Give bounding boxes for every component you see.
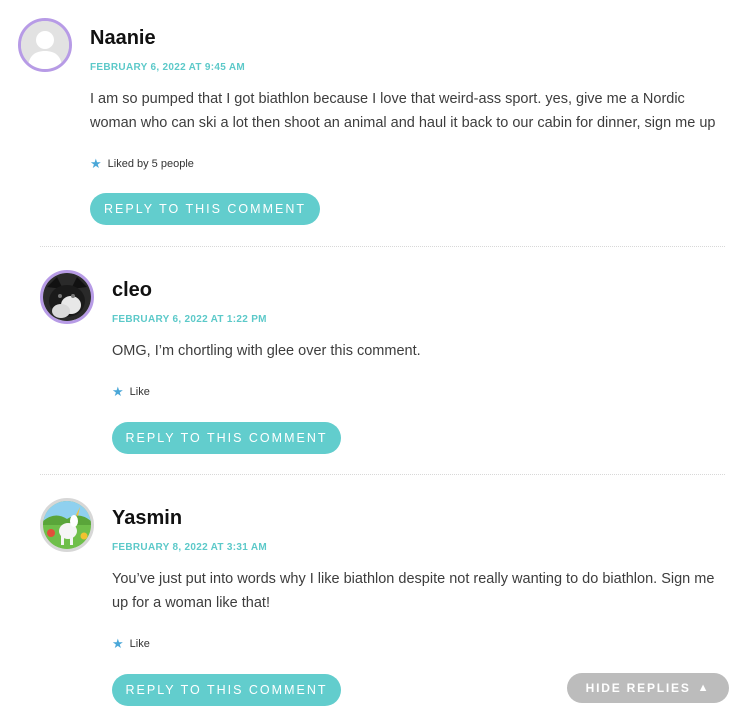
comment-text: You’ve just put into words why I like bi…	[112, 571, 715, 611]
hide-replies-label: HIDE REPLIES	[585, 681, 691, 695]
hide-replies-button[interactable]: HIDE REPLIES ▲	[567, 673, 729, 703]
triangle-up-icon: ▲	[697, 682, 711, 694]
comment-author[interactable]: Yasmin	[112, 507, 182, 530]
comment-yasmin: Yasmin FEBRUARY 8, 2022 AT 3:31 AM You’v…	[0, 0, 743, 719]
star-icon: ★	[112, 636, 124, 651]
comment-date[interactable]: FEBRUARY 8, 2022 AT 3:31 AM	[112, 542, 267, 553]
avatar[interactable]	[40, 498, 94, 552]
like-label[interactable]: Like	[130, 638, 150, 650]
reply-button[interactable]: REPLY TO THIS COMMENT	[112, 674, 341, 706]
unicorn-picture-icon	[43, 501, 91, 549]
like-button[interactable]: ★ Like	[112, 637, 150, 650]
